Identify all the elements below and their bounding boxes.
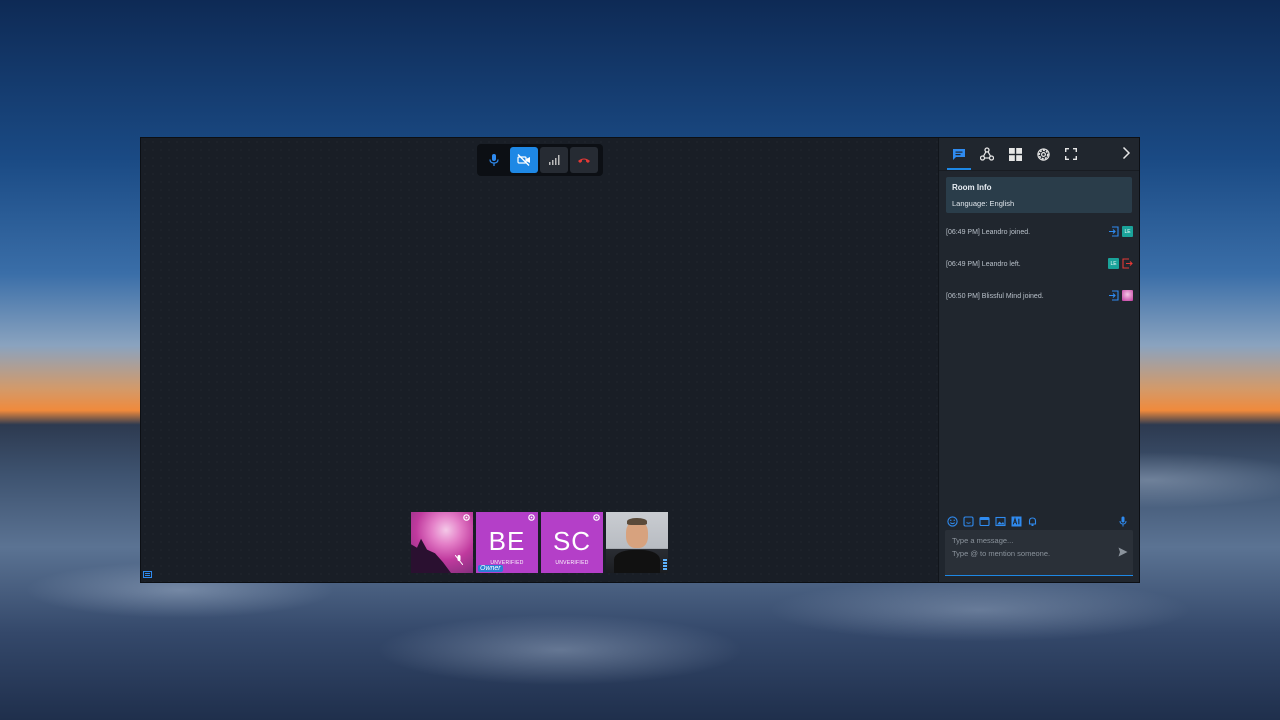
owner-badge: Owner <box>478 565 503 572</box>
participant-tiles: BE UNVERIFIED Owner SC UNVERIFIED <box>411 512 668 573</box>
gear-icon[interactable] <box>527 513 536 522</box>
camera-button[interactable] <box>510 147 538 173</box>
mention-hint: Type @ to mention someone. <box>952 549 1051 558</box>
fullscreen-icon <box>1065 148 1077 160</box>
chat-icon <box>953 148 965 160</box>
video-room-window: BE UNVERIFIED Owner SC UNVERIFIED Room I… <box>141 138 1139 582</box>
tab-fullscreen[interactable] <box>1057 138 1085 170</box>
room-info-title: Room Info <box>952 183 992 192</box>
grid-icon <box>1008 147 1022 161</box>
microphone-icon[interactable] <box>1119 516 1127 527</box>
video-stage: BE UNVERIFIED Owner SC UNVERIFIED <box>141 138 938 582</box>
participant-tile-be[interactable]: BE UNVERIFIED Owner <box>476 512 538 573</box>
ai-icon[interactable] <box>1011 516 1022 527</box>
leave-icon <box>1122 258 1133 269</box>
send-icon[interactable] <box>1118 547 1128 557</box>
message-input[interactable]: Type a message... Type @ to mention some… <box>945 530 1133 576</box>
hangup-icon <box>578 158 590 163</box>
participant-initials: BE <box>488 526 526 556</box>
verification-status: UNVERIFIED <box>555 560 589 566</box>
mic-off-icon <box>455 555 463 565</box>
gear-icon <box>1036 147 1050 161</box>
message-placeholder: Type a message... <box>952 536 1014 545</box>
tab-grid[interactable] <box>1001 138 1029 170</box>
tab-share[interactable] <box>973 138 1001 170</box>
camera-off-icon <box>517 154 530 166</box>
connection-quality-button[interactable] <box>540 147 568 173</box>
participant-tile-camera[interactable] <box>606 512 668 573</box>
share-icon <box>980 147 994 161</box>
microphone-icon <box>489 154 499 166</box>
audio-level-icon <box>663 559 667 571</box>
avatar[interactable]: LE <box>1122 226 1133 237</box>
gear-icon[interactable] <box>462 513 471 522</box>
mic-button[interactable] <box>480 147 508 173</box>
join-icon <box>1109 290 1119 301</box>
system-message: [06:49 PM] Leandro left. <box>946 261 1021 268</box>
bell-icon[interactable] <box>1027 516 1038 527</box>
sticker-icon[interactable] <box>963 515 974 527</box>
tab-chat[interactable] <box>945 138 973 170</box>
room-info-panel: Room Info Language: English <box>946 177 1132 213</box>
chevron-right-icon[interactable] <box>1122 146 1131 160</box>
list-item: [06:49 PM] Leandro left. LE <box>946 258 1133 290</box>
signal-icon <box>549 155 560 165</box>
sidebar-tabs <box>939 138 1139 171</box>
participant-tile-sc[interactable]: SC UNVERIFIED <box>541 512 603 573</box>
avatar[interactable] <box>1122 290 1133 301</box>
room-language: Language: English <box>952 199 1015 208</box>
hangup-button[interactable] <box>570 147 598 173</box>
image-icon[interactable] <box>995 516 1006 527</box>
list-item: [06:50 PM] Blissful Mind joined. <box>946 290 1133 322</box>
system-message: [06:49 PM] Leandro joined. <box>946 229 1031 236</box>
list-item: [06:49 PM] Leandro joined. LE <box>946 226 1133 258</box>
join-icon <box>1109 226 1119 237</box>
avatar[interactable]: LE <box>1108 258 1119 269</box>
system-message: [06:50 PM] Blissful Mind joined. <box>946 293 1044 300</box>
keyboard-icon[interactable] <box>143 571 152 578</box>
participant-tile-avatar[interactable] <box>411 512 473 573</box>
gear-icon[interactable] <box>592 513 601 522</box>
tab-settings[interactable] <box>1029 138 1057 170</box>
participant-initials: SC <box>552 526 592 556</box>
gif-icon[interactable] <box>979 516 990 527</box>
chat-messages: [06:49 PM] Leandro joined. LE [06:49 PM]… <box>946 226 1133 322</box>
chat-sidebar: Room Info Language: English [06:49 PM] L… <box>938 138 1139 582</box>
call-controls <box>477 144 603 176</box>
composer-toolbar <box>947 514 1127 528</box>
emoji-icon[interactable] <box>947 515 958 527</box>
